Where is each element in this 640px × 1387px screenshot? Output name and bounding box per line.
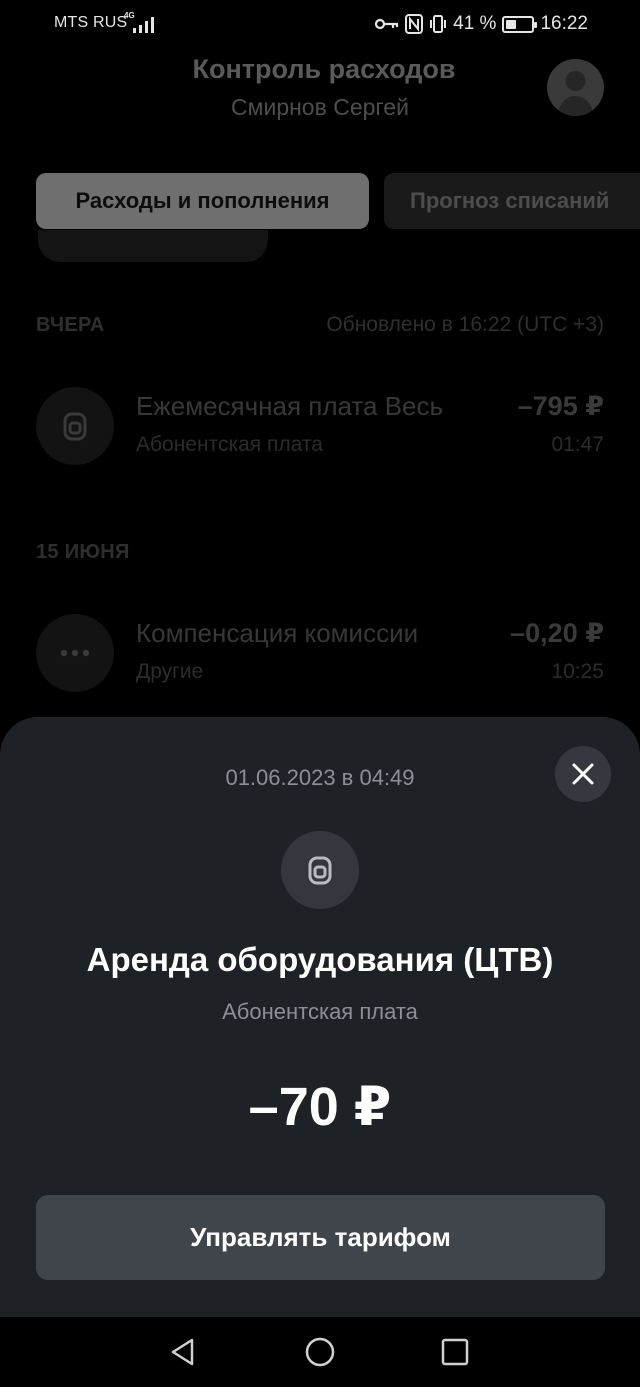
transaction-amount: –795 ₽ [517,391,604,421]
transaction-amount: –70 ₽ [248,1077,392,1137]
tab-expenses-topups[interactable]: Расходы и пополнения [36,173,369,229]
transaction-title: Аренда оборудования (ЦТВ) [86,941,554,978]
section-label-15-june: 15 ИЮНЯ [36,541,130,563]
transaction-category: Абонентская плата [136,433,323,456]
tab-charges-forecast[interactable]: Прогноз списаний [384,173,640,229]
battery-percent: 41 % [453,13,497,34]
key-icon [375,17,399,31]
system-nav-bar [0,1317,640,1387]
transaction-category: Абонентская плата [222,999,418,1024]
clock: 16:22 [540,13,588,34]
home-button[interactable] [302,1334,338,1370]
vibrate-icon [429,14,447,34]
nfc-icon [405,14,424,34]
section-label-yesterday: ВЧЕРА [36,314,105,336]
transaction-name: Компенсация комиссии [136,618,419,648]
battery-icon [502,15,538,33]
transaction-row[interactable]: Компенсация комиссии Другие –0,20 ₽ 10:2… [0,614,640,704]
carrier-name: MTS RUS [54,14,128,31]
lock-icon [281,831,359,909]
transaction-name: Ежемесячная плата Весь [136,391,444,421]
transaction-time: 10:25 [551,660,604,683]
close-button[interactable] [555,746,611,802]
user-silhouette-icon [557,71,594,116]
account-name: Смирнов Сергей [231,94,409,120]
recents-square-icon [441,1338,469,1366]
signal-icon: 4G [124,12,156,35]
filter-chip[interactable] [38,230,268,262]
lock-icon [36,387,114,465]
back-triangle-icon [171,1338,194,1366]
transaction-row[interactable]: Ежемесячная плата Весь Абонентская плата… [0,387,640,477]
manage-tariff-button[interactable]: Управлять тарифом [36,1195,605,1280]
more-dots-icon [36,614,114,692]
recents-button[interactable] [437,1334,473,1370]
back-button[interactable] [165,1334,201,1370]
page-title: Контроль расходов [192,54,456,84]
transaction-amount: –0,20 ₽ [510,618,604,648]
home-circle-icon [305,1337,335,1367]
transaction-datetime: 01.06.2023 в 04:49 [225,765,415,790]
updated-timestamp: Обновлено в 16:22 (UTC +3) [326,313,604,336]
transaction-time: 01:47 [551,433,604,456]
status-bar: MTS RUS 4G 41 % 16:22 [0,0,640,48]
transaction-detail-sheet: 01.06.2023 в 04:49 Аренда оборудования (… [0,717,640,1317]
close-icon [572,763,594,785]
avatar[interactable] [547,59,604,116]
transaction-category: Другие [136,660,204,683]
